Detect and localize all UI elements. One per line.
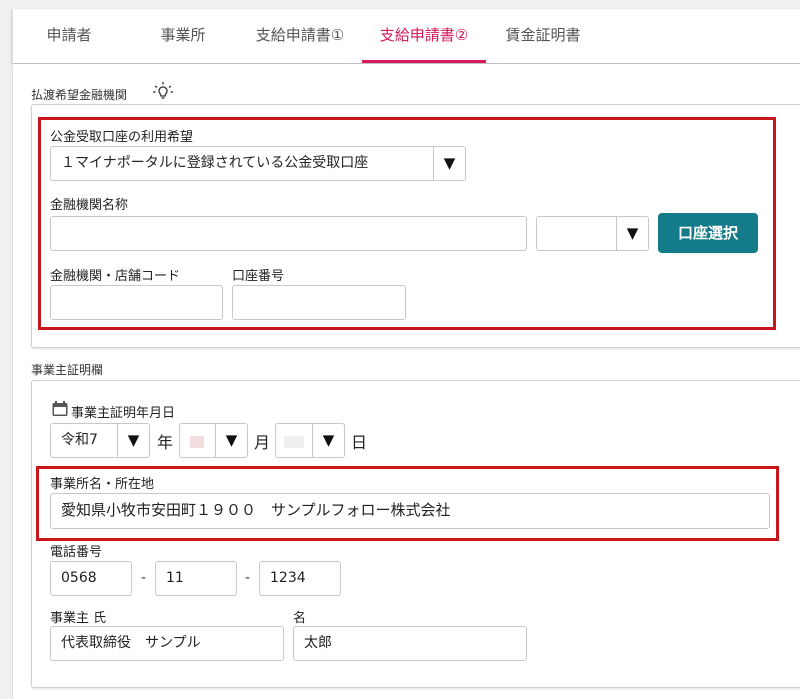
tab-applicant[interactable]: 申請者	[27, 9, 111, 63]
account-number-label: 口座番号	[232, 269, 285, 284]
public-account-select[interactable]: １マイナポータルに登録されている公金受取口座 ▼	[50, 146, 466, 181]
phone-area-input[interactable]: 0568	[50, 561, 132, 596]
triangle-down-icon: ▼	[616, 217, 648, 250]
triangle-down-icon: ▼	[312, 424, 344, 457]
branch-code-label: 金融機関・店舗コード	[50, 269, 181, 284]
tab-office[interactable]: 事業所	[138, 9, 228, 63]
era-value: 令和7	[61, 432, 98, 448]
branch-code-input[interactable]	[50, 285, 223, 320]
employer-section-title: 事業主証明欄	[31, 363, 104, 377]
month-placeholder	[284, 436, 304, 448]
phone-separator: -	[245, 570, 251, 586]
triangle-down-icon: ▼	[433, 147, 465, 180]
institution-name-input[interactable]	[50, 216, 527, 251]
month-unit: 月	[254, 433, 271, 452]
tab-application-2[interactable]: 支給申請書②	[362, 9, 486, 63]
public-account-label: 公金受取口座の利用希望	[50, 130, 194, 145]
calendar-icon	[52, 401, 68, 416]
public-account-value: １マイナポータルに登録されている公金受取口座	[61, 155, 369, 171]
certification-date-label: 事業主証明年月日	[71, 406, 176, 421]
month-select[interactable]: ▼	[275, 423, 345, 458]
lightbulb-icon[interactable]	[152, 81, 174, 103]
bank-section-title: 払渡希望金融機関	[31, 88, 128, 102]
phone-label: 電話番号	[50, 545, 103, 560]
tab-application-1[interactable]: 支給申請書①	[241, 9, 359, 63]
phone-number-input[interactable]: 1234	[259, 561, 341, 596]
year-select[interactable]: ▼	[179, 423, 248, 458]
owner-first-name-input[interactable]: 太郎	[293, 626, 527, 661]
owner-last-name-label: 事業主 氏	[50, 611, 107, 626]
owner-first-name-label: 名	[293, 611, 307, 626]
day-unit: 日	[351, 433, 368, 452]
phone-exchange-input[interactable]: 11	[155, 561, 237, 596]
office-label: 事業所名・所在地	[50, 477, 155, 492]
triangle-down-icon: ▼	[215, 424, 247, 457]
account-select-button[interactable]: 口座選択	[658, 213, 758, 253]
tab-bar: 申請者 事業所 支給申請書① 支給申請書② 賃金証明書	[12, 9, 800, 63]
institution-type-select[interactable]: ▼	[536, 216, 649, 251]
institution-name-label: 金融機関名称	[50, 198, 129, 213]
account-number-input[interactable]	[232, 285, 406, 320]
era-select[interactable]: 令和7 ▼	[50, 423, 150, 458]
tab-wage-certificate[interactable]: 賃金証明書	[491, 9, 595, 63]
phone-separator: -	[141, 570, 147, 586]
owner-last-name-input[interactable]: 代表取締役 サンプル	[50, 626, 284, 661]
office-input[interactable]: 愛知県小牧市安田町１９００ サンプルフォロー株式会社	[50, 493, 770, 529]
year-placeholder	[190, 436, 204, 448]
year-unit: 年	[157, 433, 174, 452]
triangle-down-icon: ▼	[117, 424, 149, 457]
